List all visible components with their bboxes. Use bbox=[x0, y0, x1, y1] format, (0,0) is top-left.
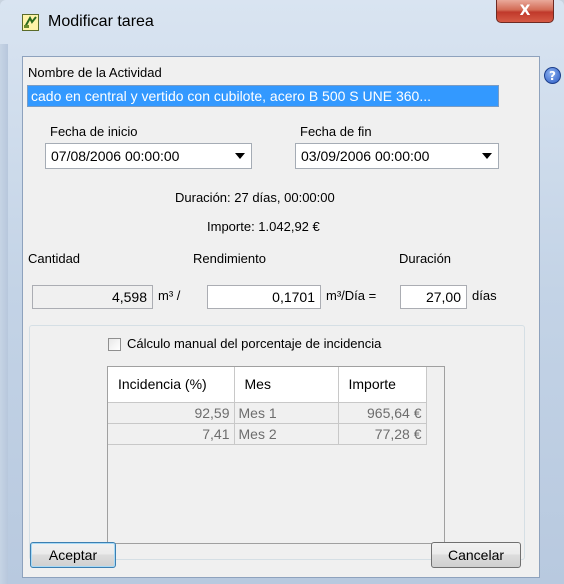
start-date-label: Fecha de inicio bbox=[50, 124, 138, 139]
table-cell[interactable]: 92,59 bbox=[108, 402, 235, 424]
table-cell[interactable]: Mes 2 bbox=[234, 423, 339, 445]
quantity-label: Cantidad bbox=[28, 251, 81, 266]
window-title: Modificar tarea bbox=[48, 13, 154, 30]
chevron-down-icon bbox=[482, 153, 492, 159]
cancel-button[interactable]: Cancelar bbox=[431, 542, 521, 568]
performance-field[interactable]: 0,1701 bbox=[207, 285, 321, 309]
table-cell[interactable]: 77,28 € bbox=[338, 423, 427, 445]
close-icon: X bbox=[519, 3, 531, 19]
table-row[interactable]: 92,59 Mes 1 965,64 € bbox=[108, 402, 427, 424]
column-header[interactable]: Mes bbox=[234, 367, 339, 403]
close-button[interactable]: X bbox=[496, 0, 554, 23]
end-date-value: 03/09/2006 00:00:00 bbox=[301, 148, 430, 164]
duration-unit: días bbox=[472, 288, 497, 303]
table-cell[interactable]: Mes 1 bbox=[234, 402, 339, 424]
title-bar[interactable]: Modificar tarea X bbox=[0, 0, 564, 44]
dialog-window: Modificar tarea X Nombre de la Actividad… bbox=[0, 0, 564, 584]
duration-label: Duración bbox=[399, 251, 452, 266]
column-header[interactable]: Incidencia (%) bbox=[108, 367, 235, 403]
performance-unit: m³/Día = bbox=[326, 288, 377, 303]
activity-name-label: Nombre de la Actividad bbox=[28, 65, 162, 80]
duration-summary: Duración: 27 días, 00:00:00 bbox=[175, 190, 335, 205]
quantity-unit: m³ / bbox=[158, 288, 181, 303]
start-date-value: 07/08/2006 00:00:00 bbox=[51, 148, 180, 164]
manual-incidence-label: Cálculo manual del porcentaje de inciden… bbox=[127, 336, 382, 351]
accept-button[interactable]: Aceptar bbox=[30, 542, 116, 568]
incidence-table: Incidencia (%) Mes Importe 92,59 Mes 1 9… bbox=[107, 366, 445, 544]
quantity-field: 4,598 bbox=[32, 285, 153, 309]
activity-name-input[interactable]: cado en central y vertido con cubilote, … bbox=[27, 85, 499, 107]
start-date-picker[interactable]: 07/08/2006 00:00:00 bbox=[45, 143, 252, 169]
chevron-down-icon bbox=[235, 153, 245, 159]
window-frame-left bbox=[0, 44, 8, 584]
task-app-icon bbox=[22, 14, 39, 31]
table-row[interactable]: 7,41 Mes 2 77,28 € bbox=[108, 423, 427, 445]
duration-field[interactable]: 27,00 bbox=[400, 285, 467, 309]
table-cell[interactable]: 965,64 € bbox=[338, 402, 427, 424]
help-icon[interactable]: ? bbox=[544, 67, 561, 84]
end-date-picker[interactable]: 03/09/2006 00:00:00 bbox=[295, 143, 499, 169]
end-date-label: Fecha de fin bbox=[300, 124, 372, 139]
table-cell[interactable]: 7,41 bbox=[108, 423, 235, 445]
amount-summary: Importe: 1.042,92 € bbox=[207, 219, 320, 234]
column-header[interactable]: Importe bbox=[338, 367, 427, 403]
manual-incidence-checkbox[interactable] bbox=[108, 338, 121, 351]
performance-label: Rendimiento bbox=[193, 251, 266, 266]
table-header-row: Incidencia (%) Mes Importe bbox=[108, 367, 427, 403]
